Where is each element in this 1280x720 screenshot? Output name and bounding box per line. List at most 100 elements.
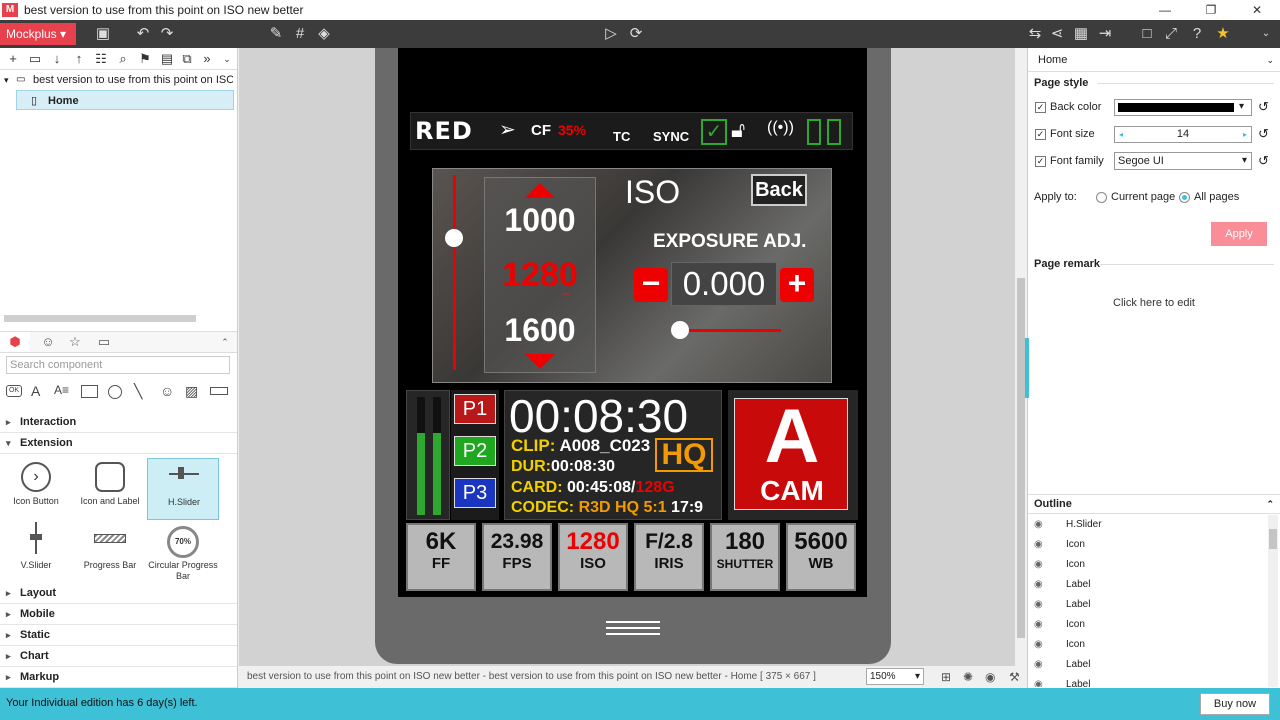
reset-icon[interactable]: ↺: [1258, 153, 1269, 169]
grid-icon[interactable]: #: [290, 24, 310, 44]
comp-icon-button[interactable]: › Icon Button: [0, 458, 72, 518]
preset-p2-button[interactable]: P2: [454, 436, 496, 466]
all-pages-radio[interactable]: [1179, 192, 1190, 203]
category-chart[interactable]: Chart: [0, 646, 237, 667]
tabs-collapse-icon[interactable]: ⌃: [218, 332, 232, 352]
panel-resize-handle[interactable]: [1025, 338, 1029, 398]
emoji-tab-icon[interactable]: ☺: [38, 332, 58, 352]
preset-p3-button[interactable]: P3: [454, 478, 496, 508]
comp-h-slider[interactable]: H.Slider: [147, 458, 219, 520]
add-page-icon[interactable]: +: [4, 50, 22, 68]
search-component-input[interactable]: Search component: [6, 356, 230, 374]
qr-icon[interactable]: ▦: [1071, 24, 1091, 44]
font-size-checkbox[interactable]: ✓: [1035, 129, 1046, 140]
brush-icon[interactable]: ✎: [266, 24, 286, 44]
hamburger-icon[interactable]: [606, 619, 660, 635]
font-family-select[interactable]: Segoe UI ▾: [1114, 152, 1252, 170]
comp-v-slider[interactable]: V.Slider: [0, 522, 72, 582]
up-arrow-icon[interactable]: [525, 183, 555, 198]
category-mobile[interactable]: Mobile: [0, 604, 237, 625]
param-iris-button[interactable]: F/2.8 IRIS: [634, 523, 704, 591]
reset-icon[interactable]: ↺: [1258, 99, 1269, 115]
window-icon[interactable]: □: [1137, 24, 1157, 44]
input-shape-icon[interactable]: [210, 387, 228, 395]
exposure-slider-thumb[interactable]: [671, 321, 689, 339]
share-icon[interactable]: ⋖: [1047, 24, 1067, 44]
circle-shape-icon[interactable]: [108, 385, 122, 399]
outline-scrollbar-thumb[interactable]: [1269, 529, 1277, 549]
text-shape-icon[interactable]: A: [31, 383, 40, 399]
zoom-select[interactable]: 150% ▾: [866, 668, 924, 685]
chevron-up-icon[interactable]: ⌃: [1266, 495, 1274, 513]
outline-scrollbar[interactable]: [1268, 515, 1278, 687]
param-resolution-button[interactable]: 6K FF: [406, 523, 476, 591]
eye-icon[interactable]: ◉: [1034, 575, 1043, 595]
outline-item[interactable]: ◉ Icon: [1028, 555, 1280, 575]
back-button[interactable]: Back: [751, 174, 807, 206]
copy-icon[interactable]: ⧉: [178, 50, 196, 68]
eye-icon[interactable]: ◉: [1034, 675, 1043, 687]
iso-slider-thumb[interactable]: [445, 229, 463, 247]
eye-icon[interactable]: ◉: [1034, 595, 1043, 615]
sync-icon[interactable]: ⟳: [626, 24, 646, 44]
category-extension[interactable]: Extension: [0, 433, 237, 454]
button-shape-icon[interactable]: OK: [6, 385, 22, 397]
outline-item[interactable]: ◉ Icon: [1028, 615, 1280, 635]
preset-p1-button[interactable]: P1: [454, 394, 496, 424]
tree-icon[interactable]: ☷: [92, 50, 110, 68]
page-remark-area[interactable]: Click here to edit: [1028, 273, 1280, 493]
comp-icon-and-label[interactable]: Icon and Label: [74, 458, 146, 518]
iso-scroller[interactable]: 1000 1280 1600: [484, 177, 596, 373]
minus-button[interactable]: −: [634, 267, 668, 302]
paragraph-shape-icon[interactable]: A≡: [54, 383, 69, 397]
more-icon[interactable]: »: [198, 50, 216, 68]
eye-icon[interactable]: ◉: [985, 666, 995, 688]
chevron-down-icon[interactable]: ⌄: [1266, 48, 1274, 72]
move-down-icon[interactable]: ↓: [48, 50, 66, 68]
comp-progress-bar[interactable]: Progress Bar: [74, 522, 146, 582]
increment-icon[interactable]: ▸: [1243, 127, 1247, 142]
iso-value-upper[interactable]: 1000: [485, 202, 595, 239]
export-icon[interactable]: ⇥: [1095, 24, 1115, 44]
rectangle-shape-icon[interactable]: [81, 385, 98, 398]
eye-icon[interactable]: ◉: [1034, 555, 1043, 575]
outline-item[interactable]: ◉ Label: [1028, 675, 1280, 687]
param-iso-button[interactable]: 1280 ISO: [558, 523, 628, 591]
decrement-icon[interactable]: ◂: [1119, 127, 1123, 142]
outline-item[interactable]: ◉ Icon: [1028, 535, 1280, 555]
eye-icon[interactable]: ◉: [1034, 655, 1043, 675]
iso-value-selected[interactable]: 1280: [485, 256, 595, 295]
iso-vertical-slider-track[interactable]: [453, 175, 456, 370]
font-family-checkbox[interactable]: ✓: [1035, 156, 1046, 167]
canvas-scrollbar-thumb[interactable]: [1017, 278, 1025, 638]
components-tab-icon[interactable]: ⬢: [0, 332, 30, 352]
param-wb-button[interactable]: 5600 WB: [786, 523, 856, 591]
eye-icon[interactable]: ◉: [1034, 635, 1043, 655]
redo-icon[interactable]: ↷: [157, 24, 177, 44]
swap-icon[interactable]: ⇆: [1025, 24, 1045, 44]
collapse-icon[interactable]: ⌄: [1256, 24, 1276, 44]
smiley-shape-icon[interactable]: ☺: [160, 383, 174, 399]
reset-icon[interactable]: ↺: [1258, 126, 1269, 142]
fill-icon[interactable]: ◈: [314, 24, 334, 44]
exposure-value[interactable]: 0.000: [671, 262, 777, 306]
camera-screen[interactable]: RED ➢ CF 35% TC SYNC ✓ 🔓︎ ((•)) 1000 128…: [398, 48, 867, 597]
param-shutter-button[interactable]: 180 SHUTTER: [710, 523, 780, 591]
current-page-radio[interactable]: [1096, 192, 1107, 203]
tree-scrollbar[interactable]: [4, 315, 196, 322]
eye-icon[interactable]: ◉: [1034, 515, 1043, 535]
minimize-button[interactable]: —: [1142, 0, 1188, 20]
category-interaction[interactable]: Interaction: [0, 412, 237, 433]
mockplus-menu-button[interactable]: Mockplus ▾: [0, 23, 76, 45]
buy-now-button[interactable]: Buy now: [1200, 693, 1270, 715]
back-color-checkbox[interactable]: ✓: [1035, 102, 1046, 113]
eye-icon[interactable]: ◉: [1034, 615, 1043, 635]
sun-icon[interactable]: ✺: [963, 666, 973, 688]
favorites-tab-icon[interactable]: ☆: [65, 332, 85, 352]
category-layout[interactable]: Layout: [0, 583, 237, 604]
restore-button[interactable]: ❐: [1188, 0, 1234, 20]
help-icon[interactable]: ?: [1187, 24, 1207, 44]
library-tab-icon[interactable]: ▭: [94, 332, 114, 352]
panel-collapse-icon[interactable]: ⌄: [218, 50, 236, 68]
down-arrow-icon[interactable]: [525, 354, 555, 369]
